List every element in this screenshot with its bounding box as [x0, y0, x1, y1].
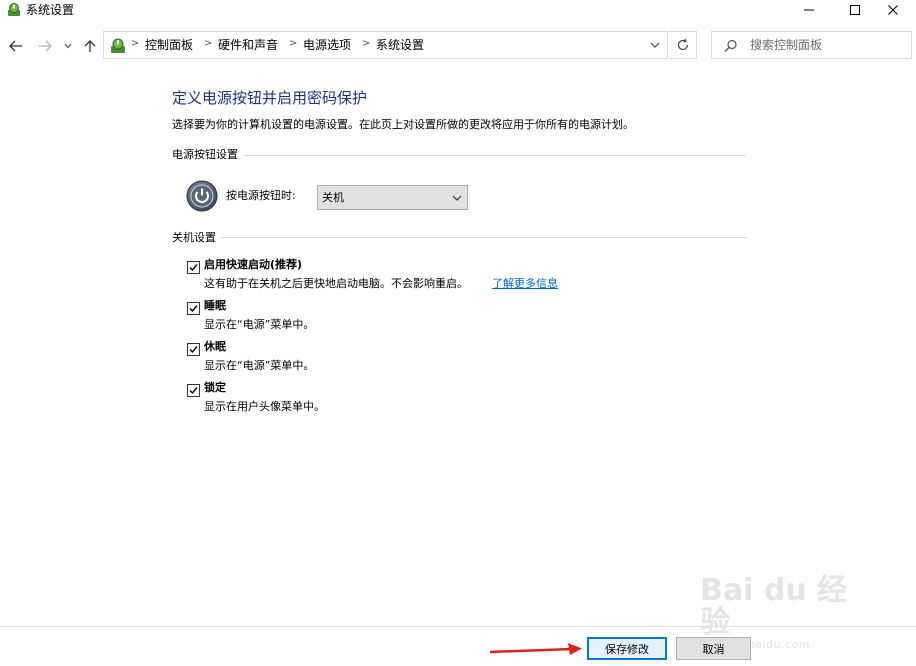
breadcrumb-hardware-sound[interactable]: 硬件和声音: [218, 38, 278, 53]
chevron-down-icon: [452, 195, 462, 201]
lock-description: 显示在用户头像菜单中。: [204, 400, 325, 413]
watermark: Bai du 经验 jingyan.baidu.com: [700, 573, 875, 651]
section-divider: [172, 155, 746, 156]
search-box[interactable]: [711, 31, 912, 59]
breadcrumb-power-options[interactable]: 电源选项: [303, 38, 351, 53]
lock-checkbox[interactable]: [187, 384, 200, 397]
hibernate-checkbox[interactable]: [187, 343, 200, 356]
title-bar: 系统设置: [0, 0, 916, 20]
up-arrow-icon: [84, 40, 96, 52]
back-arrow-icon: [9, 40, 22, 52]
close-button[interactable]: [870, 0, 916, 20]
page-description: 选择要为你的计算机设置的电源设置。在此页上对设置所做的更改将应用于你所有的电源计…: [172, 118, 634, 131]
recent-locations-button[interactable]: [60, 36, 76, 56]
breadcrumb-control-panel[interactable]: 控制面板: [145, 38, 193, 53]
fast-startup-checkbox[interactable]: [187, 261, 200, 274]
red-arrow-icon: [489, 643, 582, 655]
footer-divider: [0, 626, 916, 627]
refresh-icon: [677, 38, 688, 51]
watermark-text: Bai du 经验: [700, 573, 848, 640]
fast-startup-label[interactable]: 启用快速启动(推荐): [204, 258, 302, 272]
section-divider: [172, 237, 746, 238]
back-button[interactable]: [6, 36, 26, 56]
sleep-checkbox[interactable]: [187, 302, 200, 315]
learn-more-link[interactable]: 了解更多信息: [492, 277, 558, 291]
search-icon: [724, 39, 737, 52]
lock-label[interactable]: 锁定: [204, 381, 226, 395]
minimize-button[interactable]: [786, 0, 832, 20]
sleep-label[interactable]: 睡眠: [204, 299, 226, 313]
checkmark-icon: [189, 387, 198, 395]
refresh-button[interactable]: [669, 31, 697, 59]
address-bar[interactable]: > 控制面板 > 硬件和声音 > 电源选项 > 系统设置: [103, 31, 668, 59]
breadcrumb-separator: >: [289, 38, 298, 49]
checkmark-icon: [189, 264, 198, 272]
power-icon: [186, 180, 218, 212]
power-button-action-select[interactable]: 关机: [317, 185, 468, 210]
search-input[interactable]: [750, 37, 900, 53]
save-changes-button[interactable]: 保存修改: [587, 637, 667, 660]
checkmark-icon: [189, 305, 198, 313]
power-options-icon: [8, 3, 20, 16]
breadcrumb-separator: >: [204, 38, 213, 49]
breadcrumb-separator: >: [362, 38, 371, 49]
minimize-icon: [804, 9, 814, 11]
forward-arrow-icon: [39, 40, 52, 52]
hibernate-description: 显示在“电源”菜单中。: [204, 359, 315, 372]
maximize-icon: [850, 5, 860, 15]
forward-button[interactable]: [35, 36, 55, 56]
section-heading-shutdown: 关机设置: [172, 231, 222, 245]
hibernate-label[interactable]: 休眠: [204, 340, 226, 354]
breadcrumb-separator: >: [131, 38, 140, 49]
select-value: 关机: [322, 191, 344, 204]
chevron-down-icon: [64, 43, 72, 49]
window-title: 系统设置: [26, 3, 75, 17]
page-title: 定义电源按钮并启用密码保护: [172, 89, 368, 107]
checkmark-icon: [189, 346, 198, 354]
close-icon: [888, 5, 898, 15]
power-button-action-label: 按电源按钮时:: [226, 189, 296, 202]
cancel-button[interactable]: 取消: [676, 637, 751, 660]
address-dropdown-icon[interactable]: [649, 39, 661, 51]
breadcrumb-system-settings[interactable]: 系统设置: [376, 38, 424, 53]
up-button[interactable]: [80, 36, 100, 56]
control-panel-icon: [111, 38, 125, 53]
fast-startup-description: 这有助于在关机之后更快地启动电脑。不会影响重启。: [204, 277, 468, 290]
section-heading-power-button: 电源按钮设置: [172, 148, 244, 162]
sleep-description: 显示在“电源”菜单中。: [204, 318, 315, 331]
